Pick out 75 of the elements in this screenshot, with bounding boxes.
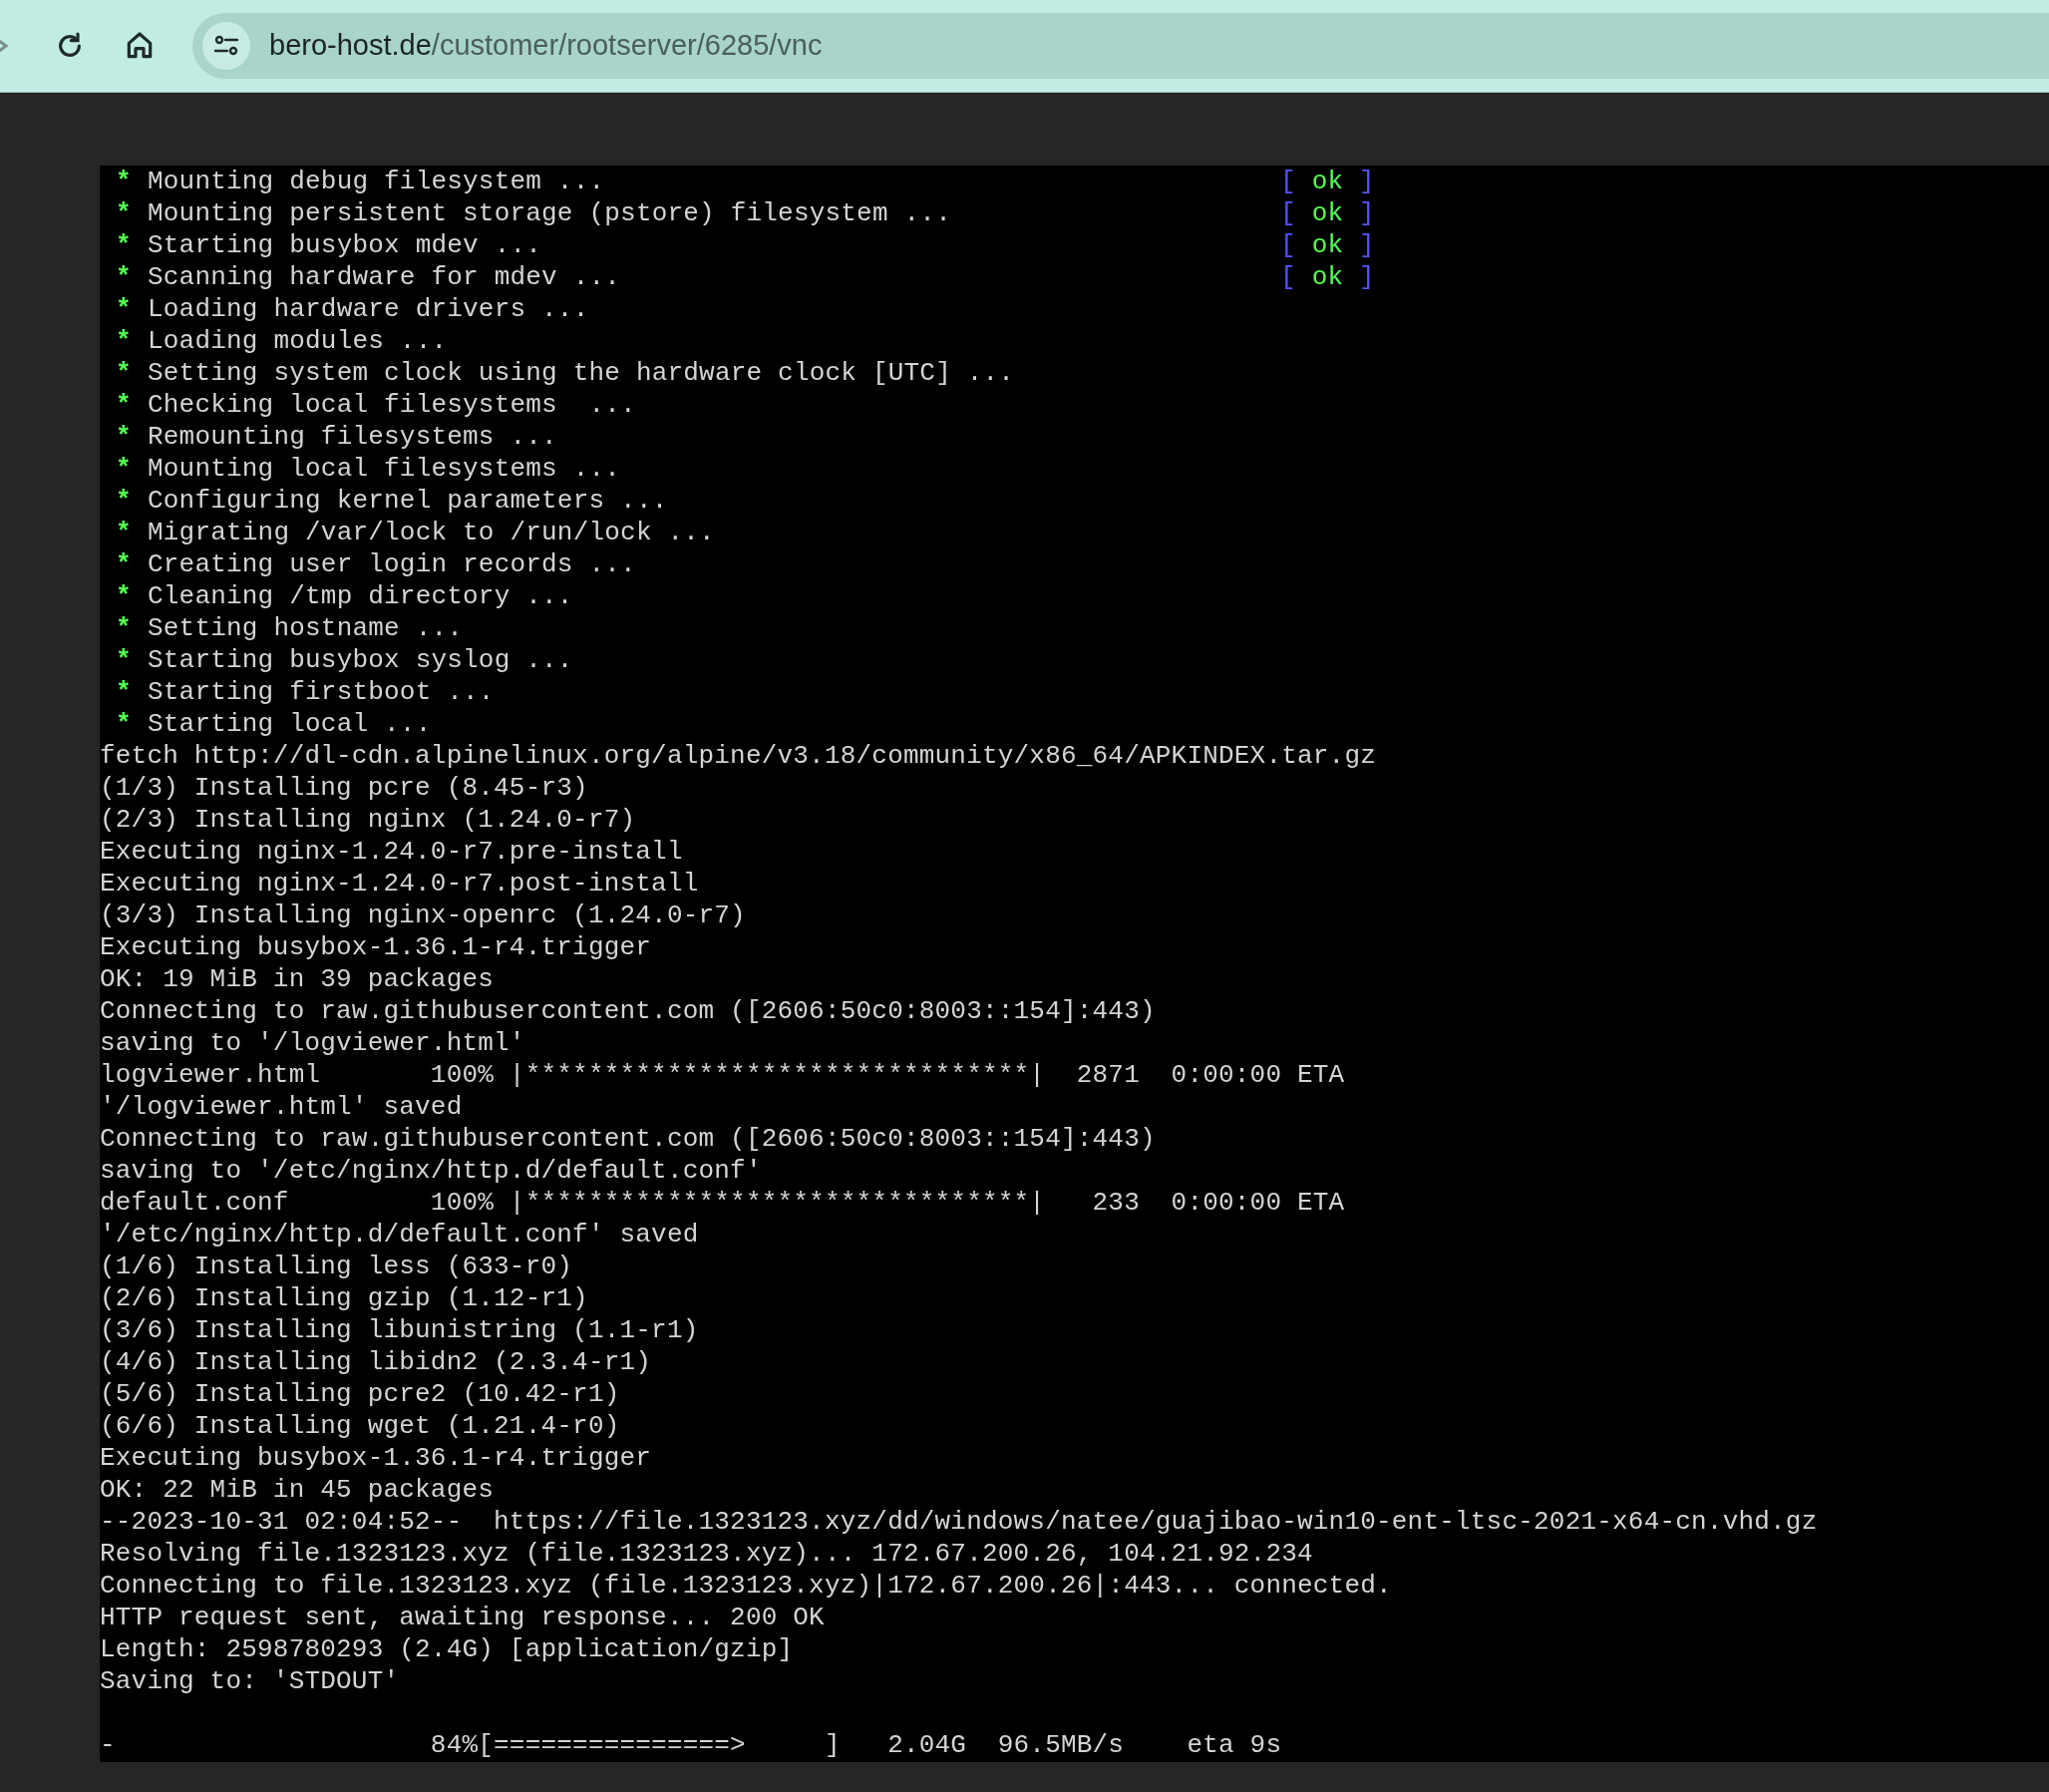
site-info-button[interactable] xyxy=(202,22,250,70)
line-prefix: * xyxy=(116,676,132,708)
console-line: (2/6) Installing gzip (1.12-r1) xyxy=(100,1283,588,1313)
status-ok: [ ok ] xyxy=(1280,166,1375,197)
console-line: '/logviewer.html' saved xyxy=(100,1092,463,1122)
line-prefix: * xyxy=(116,612,132,644)
line-prefix: * xyxy=(116,389,132,421)
console-line: Scanning hardware for mdev ... xyxy=(148,261,621,293)
console-line: Mounting debug filesystem ... xyxy=(148,166,605,197)
console-line: saving to '/etc/nginx/http.d/default.conf' xyxy=(100,1156,762,1186)
console-line: Creating user login records ... xyxy=(148,548,636,580)
console-line: Setting hostname ... xyxy=(148,612,464,644)
console-line: Connecting to file.1323123.xyz (file.1323123.xyz)|172.67.200.26|:443... connected. xyxy=(100,1571,1392,1601)
status-ok: [ ok ] xyxy=(1280,229,1375,261)
console-line: Executing nginx-1.24.0-r7.pre-install xyxy=(100,837,683,867)
line-prefix: * xyxy=(116,485,132,517)
console-line: Starting local ... xyxy=(148,708,432,740)
url-text[interactable]: bero-host.de/customer/rootserver/6285/vnc xyxy=(269,24,823,68)
console-line: logviewer.html 100% |********************************| 2871 0:00:00 ETA xyxy=(100,1060,1345,1090)
console-line: (4/6) Installing libidn2 (2.3.4-r1) xyxy=(100,1347,652,1377)
line-prefix: * xyxy=(116,261,132,293)
console-line: Resolving file.1323123.xyz (file.1323123.xyz)... 172.67.200.26, 104.21.92.234 xyxy=(100,1539,1313,1569)
console-line: Length: 2598780293 (2.4G) [application/gzip] xyxy=(100,1634,794,1664)
line-prefix: * xyxy=(116,166,132,197)
console-line: (3/3) Installing nginx-openrc (1.24.0-r7) xyxy=(100,900,746,930)
line-prefix: * xyxy=(116,644,132,676)
console-line: Remounting filesystems ... xyxy=(148,421,557,453)
console-line: OK: 22 MiB in 45 packages xyxy=(100,1475,495,1505)
line-prefix: * xyxy=(116,357,132,389)
console-line: (6/6) Installing wget (1.21.4-r0) xyxy=(100,1411,620,1441)
line-prefix: * xyxy=(116,580,132,612)
console-line: Mounting local filesystems ... xyxy=(148,453,621,485)
address-bar[interactable]: bero-host.de/customer/rootserver/6285/vnc xyxy=(192,13,2049,79)
console-line: --2023-10-31 02:04:52-- https://file.1323123.xyz/dd/windows/natee/guajibao-win10-ent-ltsc-2021-x64-cn.vhd.gz xyxy=(100,1507,1818,1537)
console-line: Mounting persistent storage (pstore) filesystem ... xyxy=(148,197,951,229)
line-prefix: * xyxy=(116,708,132,740)
sliders-icon xyxy=(213,35,239,57)
console-line: Loading hardware drivers ... xyxy=(148,293,589,325)
console-line: Executing busybox-1.36.1-r4.trigger xyxy=(100,932,652,962)
console-line: Starting busybox syslog ... xyxy=(148,644,573,676)
line-prefix: * xyxy=(116,517,132,548)
console-line: Connecting to raw.githubusercontent.com ([2606:50c0:8003::154]:443) xyxy=(100,996,1156,1026)
console-line: (3/6) Installing libunistring (1.1-r1) xyxy=(100,1315,699,1345)
console-line: OK: 19 MiB in 39 packages xyxy=(100,964,495,994)
line-prefix: * xyxy=(116,197,132,229)
line-prefix: * xyxy=(116,421,132,453)
console-line: Connecting to raw.githubusercontent.com ([2606:50c0:8003::154]:443) xyxy=(100,1124,1156,1154)
status-ok: [ ok ] xyxy=(1280,261,1375,293)
console-line: Executing nginx-1.24.0-r7.post-install xyxy=(100,869,699,898)
console-line: - 84%[===============> ] 2.04G 96.5MB/s eta 9s xyxy=(100,1730,1282,1760)
console-line: Cleaning /tmp directory ... xyxy=(148,580,573,612)
status-ok: [ ok ] xyxy=(1280,197,1375,229)
console-line: saving to '/logviewer.html' xyxy=(100,1028,525,1058)
console-line: (1/3) Installing pcre (8.45-r3) xyxy=(100,773,588,803)
console-line: fetch http://dl-cdn.alpinelinux.org/alpine/v3.18/community/x86_64/APKINDEX.tar.gz xyxy=(100,741,1376,771)
console-line: Setting system clock using the hardware clock [UTC] ... xyxy=(148,357,1015,389)
console-line: Loading modules ... xyxy=(148,325,448,357)
console-line: HTTP request sent, awaiting response... 200 OK xyxy=(100,1603,825,1632)
line-prefix: * xyxy=(116,548,132,580)
console-line: Saving to: 'STDOUT' xyxy=(100,1666,400,1696)
console-line: '/etc/nginx/http.d/default.conf' saved xyxy=(100,1220,699,1250)
console-line: Configuring kernel parameters ... xyxy=(148,485,668,517)
console-line: Migrating /var/lock to /run/lock ... xyxy=(148,517,715,548)
console-line: (1/6) Installing less (633-r0) xyxy=(100,1252,573,1281)
console-line: Executing busybox-1.36.1-r4.trigger xyxy=(100,1443,652,1473)
console-line: Starting firstboot ... xyxy=(148,676,495,708)
console-line: (2/3) Installing nginx (1.24.0-r7) xyxy=(100,805,636,835)
line-prefix: * xyxy=(116,325,132,357)
line-prefix: * xyxy=(116,293,132,325)
line-prefix: * xyxy=(116,229,132,261)
console-line: default.conf 100% |********************************| 233 0:00:00 ETA xyxy=(100,1188,1345,1218)
line-prefix: * xyxy=(116,453,132,485)
console-line: Starting busybox mdev ... xyxy=(148,229,542,261)
console-line: Checking local filesystems ... xyxy=(148,389,636,421)
console-line: (5/6) Installing pcre2 (10.42-r1) xyxy=(100,1379,620,1409)
